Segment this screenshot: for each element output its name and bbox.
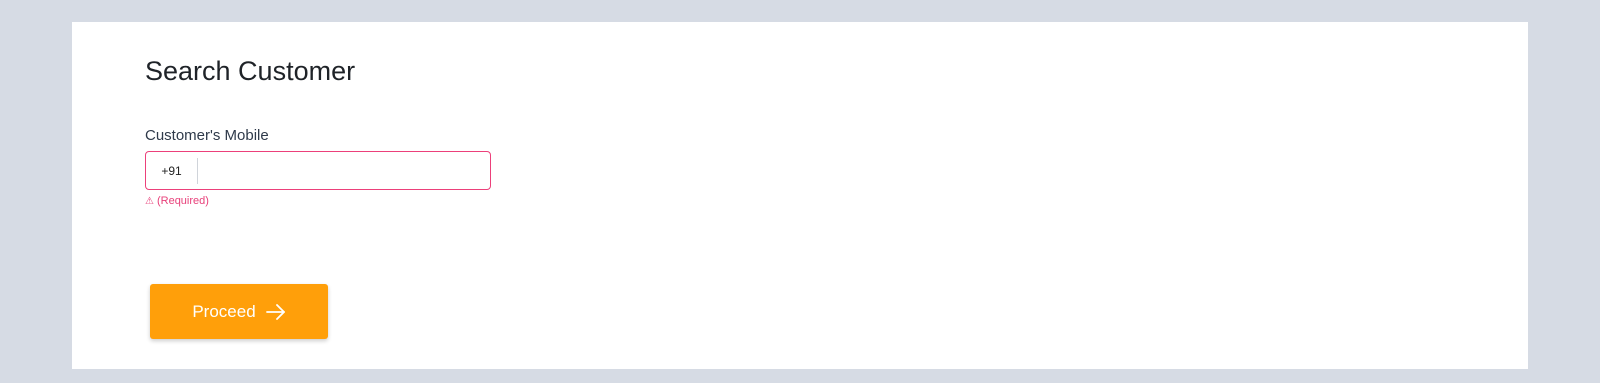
mobile-field-label: Customer's Mobile (145, 127, 269, 144)
page-title: Search Customer (145, 56, 356, 86)
mobile-input[interactable] (198, 152, 490, 189)
mobile-input-group: +91 (145, 151, 491, 190)
proceed-button[interactable]: Proceed (150, 284, 328, 339)
arrow-right-icon (265, 303, 286, 320)
country-code-prefix: +91 (146, 157, 198, 184)
search-customer-card: Search Customer Customer's Mobile +91 ⚠ … (72, 22, 1528, 369)
error-text: (Required) (156, 195, 209, 207)
proceed-label: Proceed (192, 301, 256, 321)
warning-icon: ⚠ (145, 195, 154, 207)
mobile-error-message: ⚠ (Required) (145, 195, 209, 207)
